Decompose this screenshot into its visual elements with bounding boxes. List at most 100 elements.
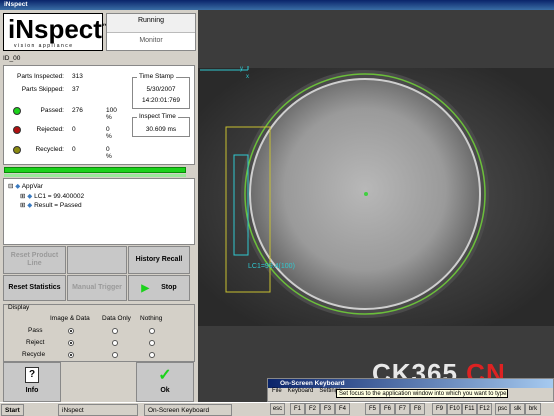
inspect-time-value: 30.609 ms: [145, 126, 177, 133]
axis-y-label: y: [240, 66, 243, 72]
start-button[interactable]: Start: [1, 404, 24, 416]
history-recall-button[interactable]: History Recall: [128, 246, 190, 274]
key-f9[interactable]: F9: [432, 403, 447, 415]
key-slk[interactable]: slk: [510, 403, 525, 415]
parts-skipped-value: 37: [72, 86, 80, 93]
collapse-icon[interactable]: ⊟: [8, 183, 13, 190]
manual-trigger-button[interactable]: Manual Trigger: [67, 275, 127, 301]
key-psc[interactable]: psc: [495, 403, 510, 415]
col-nothing: Nothing: [140, 315, 163, 322]
recycle-image-radio[interactable]: [68, 352, 74, 358]
play-icon: ▶: [141, 282, 150, 294]
key-f7[interactable]: F7: [395, 403, 410, 415]
timestamp-box: Time Stamp 5/30/2007 14:20:01:769: [132, 73, 190, 109]
logo-box: iNspect™ vision appliance: [3, 13, 109, 51]
menu-keyboard[interactable]: Keyboard: [288, 388, 314, 394]
menu-file[interactable]: File: [272, 388, 282, 394]
status-bar: [4, 167, 186, 173]
keyboard-tooltip: Set focus to the application window into…: [336, 389, 508, 398]
window-title: iNspect: [4, 1, 28, 8]
stop-button[interactable]: ▶ Stop: [128, 275, 190, 301]
recycle-data-radio[interactable]: [112, 352, 118, 358]
key-f1[interactable]: F1: [290, 403, 305, 415]
key-f8[interactable]: F8: [410, 403, 425, 415]
task-inspect[interactable]: iNspect: [58, 404, 138, 416]
passed-value: 276: [72, 107, 83, 114]
parts-inspected-label: Parts Inspected:: [17, 73, 64, 80]
rejected-label: Rejected:: [36, 126, 64, 133]
reject-image-radio[interactable]: [68, 340, 74, 346]
col-image-data: Image & Data: [50, 315, 90, 322]
rejected-value: 0: [72, 126, 76, 133]
keyboard-title: On-Screen Keyboard: [268, 379, 553, 388]
row-pass-label: Pass: [28, 327, 43, 334]
recycled-percent: 0 %: [106, 146, 112, 160]
recycle-nothing-radio[interactable]: [149, 352, 155, 358]
reject-data-radio[interactable]: [112, 340, 118, 346]
key-f2[interactable]: F2: [305, 403, 320, 415]
passed-percent: 100 %: [106, 107, 117, 121]
timestamp-title: Time Stamp: [137, 73, 176, 80]
diamond-icon: ◆: [15, 183, 21, 190]
camera-view[interactable]: LC1=99.4(100) x y: [198, 10, 554, 402]
expand-icon[interactable]: ⊞: [20, 193, 25, 200]
left-panel: iNspect™ vision appliance Running Monito…: [0, 10, 198, 402]
tree-item-result[interactable]: ⊞ ◆ Result = Passed: [20, 201, 82, 209]
key-f4[interactable]: F4: [335, 403, 350, 415]
window-title-bar: iNspect: [0, 0, 554, 10]
tree-root[interactable]: ⊟ ◆ AppVar: [8, 182, 43, 190]
key-f10[interactable]: F10: [447, 403, 462, 415]
key-f11[interactable]: F11: [462, 403, 477, 415]
pass-data-radio[interactable]: [112, 328, 118, 334]
job-id: ID_00: [3, 55, 21, 62]
expand-icon[interactable]: ⊞: [20, 202, 25, 209]
key-f5[interactable]: F5: [365, 403, 380, 415]
reset-statistics-button[interactable]: Reset Statistics: [3, 275, 66, 301]
status-bar-lower: [4, 174, 186, 177]
reset-product-line-button[interactable]: Reset Product Line: [3, 246, 66, 274]
overlay-label: LC1=99.4(100): [248, 263, 295, 270]
display-title: Display: [8, 304, 30, 311]
parts-skipped-label: Parts Skipped:: [21, 86, 64, 93]
recycled-label: Recycled:: [35, 146, 64, 153]
timestamp-date: 5/30/2007: [146, 86, 176, 93]
pass-image-radio[interactable]: [68, 328, 74, 334]
timestamp-time: 14:20:01:769: [142, 97, 180, 104]
status-box[interactable]: Running Monitor: [106, 13, 196, 51]
display-options: Display Image & Data Data Only Nothing P…: [3, 304, 195, 362]
key-f6[interactable]: F6: [380, 403, 395, 415]
task-keyboard[interactable]: On-Screen Keyboard: [144, 404, 232, 416]
help-icon: ?: [25, 367, 39, 383]
checkmark-icon: ✓: [158, 367, 172, 384]
diamond-icon: ◆: [27, 193, 33, 200]
stats-panel: Parts Inspected: 313 Parts Skipped: 37 Pas…: [3, 65, 195, 165]
key-esc[interactable]: esc: [270, 403, 285, 415]
key-f3[interactable]: F3: [320, 403, 335, 415]
diamond-icon: ◆: [27, 202, 33, 209]
reject-nothing-radio[interactable]: [149, 340, 155, 346]
tree-item-lc1[interactable]: ⊞ ◆ LC1 = 99.400002: [20, 192, 84, 200]
parts-inspected-value: 313: [72, 73, 83, 80]
row-recycle-label: Recycle: [22, 351, 46, 358]
recycled-value: 0: [72, 146, 76, 153]
passed-label: Passed:: [40, 107, 65, 114]
row-reject-label: Reject: [26, 339, 45, 346]
blank-button[interactable]: [67, 246, 127, 274]
col-data-only: Data Only: [102, 315, 131, 322]
key-f12[interactable]: F12: [477, 403, 492, 415]
status-running: Running: [107, 14, 195, 33]
inspect-time-box: Inspect Time 30.609 ms: [132, 113, 190, 137]
center-marker: [364, 192, 368, 196]
variable-tree[interactable]: ⊟ ◆ AppVar ⊞ ◆ LC1 = 99.400002 ⊞ ◆ Resul…: [3, 178, 195, 245]
inspect-time-title: Inspect Time: [137, 113, 178, 120]
logo: iNspect™: [8, 14, 109, 44]
camera-image[interactable]: LC1=99.4(100) x y: [198, 10, 554, 402]
axis-x-label: x: [246, 74, 249, 80]
pass-nothing-radio[interactable]: [149, 328, 155, 334]
rejected-percent: 0 %: [106, 126, 112, 140]
status-monitor: Monitor: [139, 37, 163, 44]
ok-button[interactable]: ✓ Ok: [136, 362, 194, 402]
info-button[interactable]: ? Info: [3, 362, 61, 402]
key-brk[interactable]: brk: [525, 403, 541, 415]
logo-tagline: vision appliance: [14, 43, 74, 49]
